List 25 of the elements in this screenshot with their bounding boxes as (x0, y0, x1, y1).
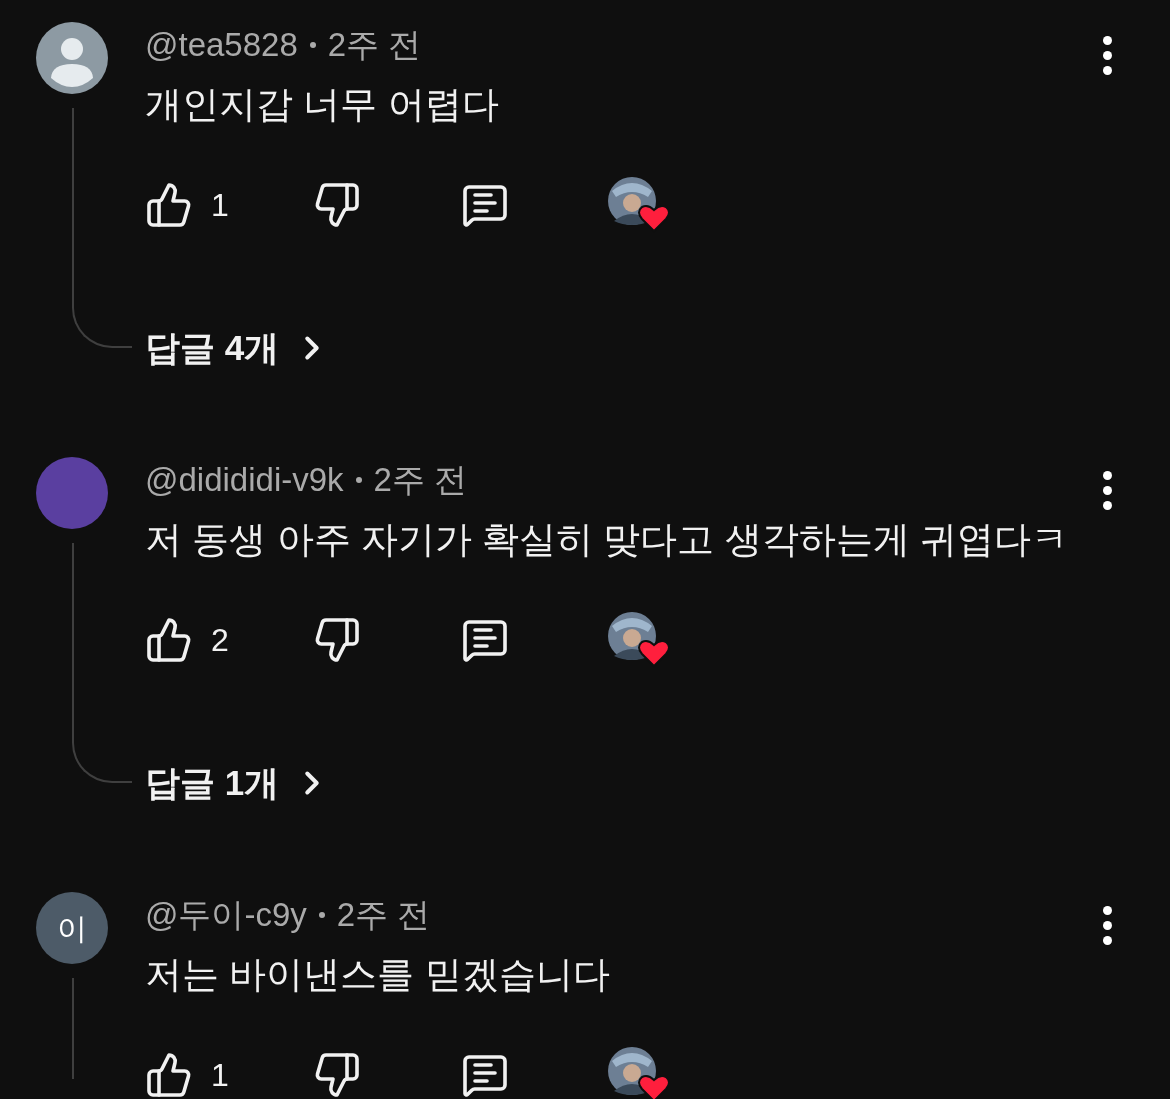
comment-text: 개인지갑 너무 어렵다 (145, 83, 500, 127)
comment-text: 저 동생 아주 자기가 확실히 맞다고 생각하는게 귀엽다ㅋ (145, 518, 1069, 562)
like-icon[interactable] (145, 181, 193, 229)
dislike-icon[interactable] (313, 181, 361, 229)
comment-author[interactable]: @didididi-v9k (145, 457, 344, 503)
dislike-icon[interactable] (313, 616, 361, 664)
replies-button[interactable]: 답글 4개 (145, 324, 332, 372)
like-count: 1 (211, 1056, 229, 1095)
like-count: 1 (211, 186, 229, 225)
like-icon[interactable] (145, 616, 193, 664)
like-icon[interactable] (145, 1051, 193, 1099)
comment-time: 2주 전 (373, 460, 468, 500)
more-menu-icon[interactable] (1102, 471, 1112, 510)
comment-author[interactable]: @두이-c9y (145, 892, 307, 938)
comment-author[interactable]: @tea5828 (145, 22, 298, 68)
comment-time: 2주 전 (327, 25, 422, 65)
like-count: 2 (211, 621, 229, 660)
dislike-icon[interactable] (313, 1051, 361, 1099)
replies-button[interactable]: 답글 1개 (145, 759, 332, 807)
user-avatar[interactable]: 이 (36, 892, 108, 964)
comment-text: 저는 바이낸스를 믿겠습니다 (145, 953, 611, 997)
more-menu-icon[interactable] (1102, 36, 1112, 75)
comment-time: 2주 전 (336, 895, 431, 935)
default-avatar-icon[interactable] (36, 22, 108, 94)
more-menu-icon[interactable] (1102, 906, 1112, 945)
